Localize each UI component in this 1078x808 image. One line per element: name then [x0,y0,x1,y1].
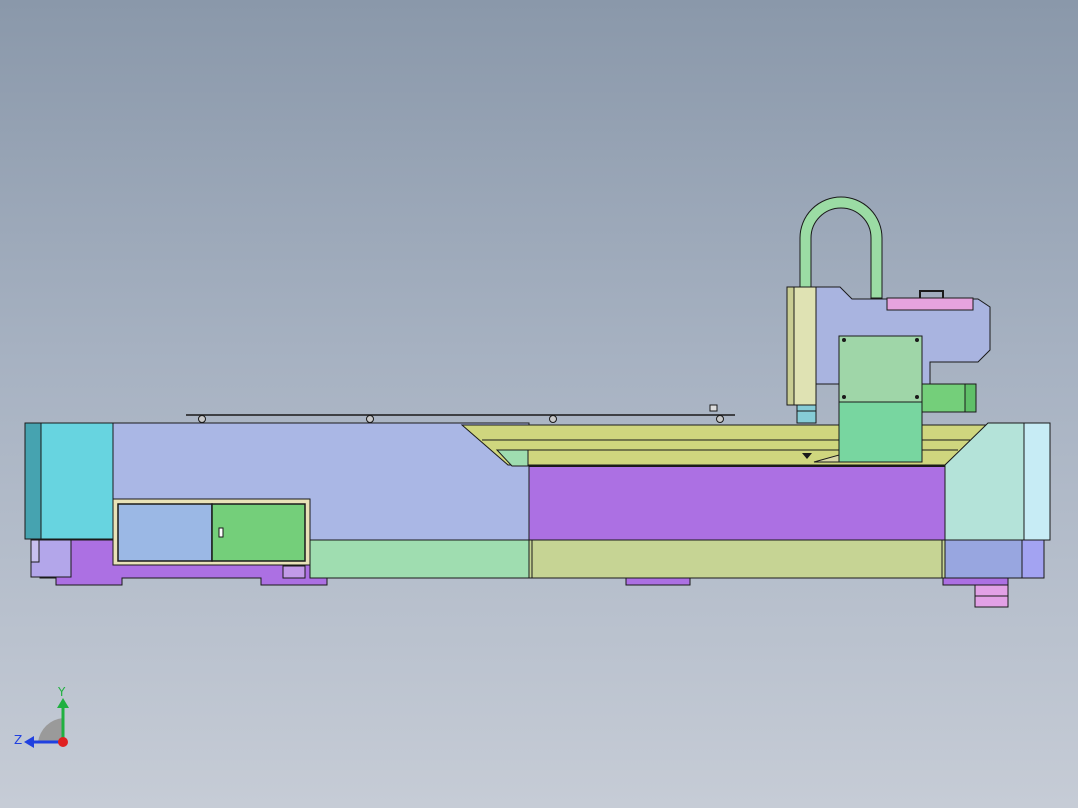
left-end-cap[interactable] [40,422,114,540]
rail-bolt [716,415,724,423]
lower-rail-olive[interactable] [528,539,946,579]
cabinet-door-left[interactable] [117,503,213,562]
left-small-tab [30,539,40,563]
rail-bolt [198,415,206,423]
triad-arc [38,718,63,742]
frame-body[interactable] [528,465,946,541]
cabinet-door-right[interactable] [211,503,306,562]
y-axis-head [57,698,69,708]
motor-cap [964,383,977,413]
carriage-upper[interactable] [838,335,923,403]
left-foot-pad [282,565,306,579]
rail-clip [709,404,718,412]
rail-bolt [549,415,557,423]
right-end-plate[interactable] [1023,422,1051,541]
z-axis-head [24,736,34,748]
nameplate [886,297,974,311]
spindle-column-edge [786,286,795,406]
nozzle[interactable] [796,404,817,424]
machine-model[interactable] [0,0,1078,808]
rail-bolt [366,415,374,423]
x-axis-dot [58,737,68,747]
z-axis-label: Z [14,733,22,747]
carriage-screw [842,338,846,342]
carriage-screw [915,395,919,399]
right-lower-plate[interactable] [1021,539,1045,579]
lift-handle[interactable] [919,290,944,298]
cabinet-handle[interactable] [218,527,224,538]
lower-rail-green[interactable] [309,539,530,579]
coordinate-triad: Y Z [14,685,69,748]
cad-viewport[interactable]: Y Z [0,0,1078,808]
y-axis-label: Y [57,685,66,699]
cable-loop[interactable] [799,196,883,299]
carriage-screw [915,338,919,342]
carriage-screw [842,395,846,399]
right-lower-block[interactable] [944,539,1023,579]
carriage-lower[interactable] [838,401,923,463]
left-end-cap-edge[interactable] [24,422,42,540]
